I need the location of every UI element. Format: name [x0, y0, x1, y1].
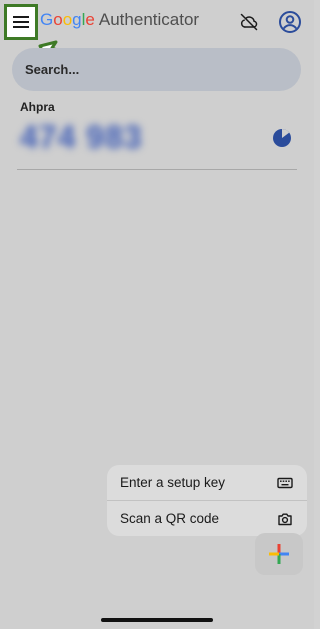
menu-item-label: Enter a setup key	[120, 475, 226, 490]
cloud-off-icon	[240, 13, 258, 31]
brand-letter: o	[62, 10, 73, 29]
scan-qr-code-option[interactable]: Scan a QR code	[107, 501, 307, 536]
account-button[interactable]	[276, 8, 304, 36]
add-button[interactable]	[255, 533, 303, 575]
brand-letter: g	[72, 10, 82, 29]
search-bar[interactable]	[12, 48, 301, 91]
keyboard-icon	[277, 477, 293, 489]
account-circle-icon	[279, 11, 301, 33]
google-wordmark: Google	[40, 10, 95, 30]
brand-letter: o	[53, 10, 63, 29]
otp-code[interactable]: 474 983	[20, 119, 143, 156]
enter-setup-key-option[interactable]: Enter a setup key	[107, 465, 307, 500]
authenticator-screen: Google Authenticator Ahpra 474 983	[0, 0, 314, 629]
brand-letter: e	[85, 10, 95, 29]
hamburger-menu-icon	[13, 16, 29, 28]
app-title: Google Authenticator	[40, 10, 199, 32]
countdown-timer-icon	[273, 129, 291, 147]
account-name: Ahpra	[20, 100, 55, 114]
divider	[17, 169, 297, 170]
home-indicator[interactable]	[101, 618, 213, 622]
cloud-sync-button[interactable]	[236, 9, 262, 35]
account-item[interactable]: Ahpra 474 983	[0, 95, 314, 170]
menu-item-label: Scan a QR code	[120, 511, 220, 526]
menu-button[interactable]	[4, 4, 38, 40]
add-plus-icon	[269, 544, 289, 564]
brand-suffix: Authenticator	[98, 10, 200, 29]
camera-icon	[278, 513, 292, 526]
brand-letter: G	[40, 10, 54, 29]
search-input[interactable]	[25, 62, 301, 77]
add-account-menu: Enter a setup key Scan a QR code	[107, 465, 307, 536]
